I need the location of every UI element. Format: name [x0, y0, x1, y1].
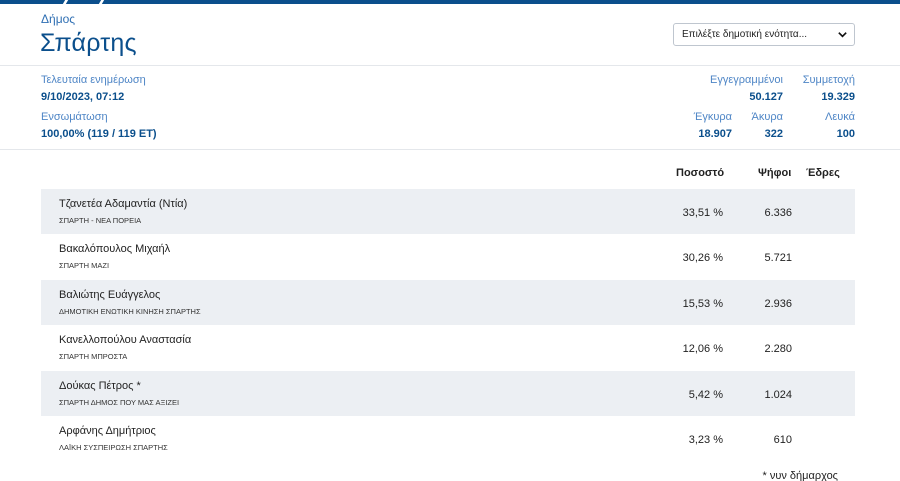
candidate-votes: 610: [773, 434, 792, 446]
candidate-percent: 12,06 %: [682, 343, 723, 355]
candidate-party: ΣΠΑΡΤΗ ΜΠΡΟΣΤΑ: [59, 352, 128, 361]
candidate-percent: 15,53 %: [682, 298, 723, 310]
candidate-percent: 30,26 %: [682, 252, 723, 264]
integration-label: Ενσωμάτωση: [41, 111, 108, 123]
last-update-value: 9/10/2023, 07:12: [41, 91, 125, 103]
candidate-percent: 5,42 %: [688, 389, 723, 401]
last-update-label: Τελευταία ενημέρωση: [41, 74, 146, 86]
invalid-label: Άκυρα: [751, 111, 783, 123]
valid-value: 18.907: [698, 128, 732, 140]
candidate-percent: 33,51 %: [682, 207, 723, 219]
top-accent-bar: [0, 0, 900, 4]
candidate-votes: 5.721: [764, 252, 792, 264]
municipal-unit-select-text: Επιλέξτε δημοτική ενότητα...: [682, 29, 808, 40]
chevron-down-icon: [838, 32, 847, 38]
candidate-name: Αρφάνης Δημήτριος: [59, 425, 156, 437]
column-header-seats: Έδρες: [806, 167, 840, 179]
candidate-percent: 3,23 %: [688, 434, 723, 446]
candidate-votes: 6.336: [764, 207, 792, 219]
candidate-votes: 2.936: [764, 298, 792, 310]
candidate-name: Βαλιώτης Ευάγγελος: [59, 289, 161, 301]
table-row: Κανελλοπούλου Αναστασία ΣΠΑΡΤΗ ΜΠΡΟΣΤΑ 1…: [41, 325, 855, 370]
table-row: Βακαλόπουλος Μιχαήλ ΣΠΑΡΤΗ ΜΑΖΙ 30,26 % …: [41, 234, 855, 279]
blank-value: 100: [836, 128, 855, 140]
table-row: Τζανετέα Αδαμαντία (Ντία) ΣΠΑΡΤΗ - ΝΕΑ Π…: [41, 189, 855, 234]
page-title: Σπάρτης: [40, 29, 137, 57]
column-header-votes: Ψήφοι: [758, 167, 792, 179]
candidate-name: Τζανετέα Αδαμαντία (Ντία): [59, 198, 188, 210]
table-row: Αρφάνης Δημήτριος ΛΑΪΚΗ ΣΥΣΠΕΙΡΩΣΗ ΣΠΑΡΤ…: [41, 416, 855, 461]
meta-divider: [0, 149, 900, 150]
integration-value: 100,00% (119 / 119 ΕΤ): [41, 128, 157, 140]
candidate-party: ΣΠΑΡΤΗ ΔΗΜΟΣ ΠΟΥ ΜΑΣ ΑΞΙΖΕΙ: [59, 398, 180, 407]
table-row: Δούκας Πέτρος * ΣΠΑΡΤΗ ΔΗΜΟΣ ΠΟΥ ΜΑΣ ΑΞΙ…: [41, 371, 855, 416]
registered-label: Εγγεγραμμένοι: [710, 74, 783, 86]
accent-notch: [62, 0, 69, 4]
blank-label: Λευκά: [825, 111, 855, 123]
registered-value: 50.127: [749, 91, 783, 103]
candidate-votes: 1.024: [764, 389, 792, 401]
candidate-party: ΛΑΪΚΗ ΣΥΣΠΕΙΡΩΣΗ ΣΠΑΡΤΗΣ: [59, 443, 168, 452]
incumbent-footnote: * νυν δήμαρχος: [762, 470, 838, 481]
candidate-name: Κανελλοπούλου Αναστασία: [59, 334, 192, 346]
candidate-party: ΣΠΑΡΤΗ ΜΑΖΙ: [59, 261, 110, 270]
column-header-percent: Ποσοστό: [676, 167, 725, 179]
turnout-label: Συμμετοχή: [802, 74, 855, 86]
candidate-votes: 2.280: [764, 343, 792, 355]
header-divider: [0, 65, 900, 66]
municipality-kicker: Δήμος: [41, 12, 76, 26]
municipal-unit-select[interactable]: Επιλέξτε δημοτική ενότητα...: [673, 23, 855, 46]
valid-label: Έγκυρα: [693, 111, 732, 123]
candidate-party: ΣΠΑΡΤΗ - ΝΕΑ ΠΟΡΕΙΑ: [59, 216, 142, 225]
candidate-party: ΔΗΜΟΤΙΚΗ ΕΝΩΤΙΚΗ ΚΙΝΗΣΗ ΣΠΑΡΤΗΣ: [59, 307, 201, 316]
accent-notch: [98, 0, 105, 4]
candidate-name: Βακαλόπουλος Μιχαήλ: [59, 243, 171, 255]
invalid-value: 322: [764, 128, 783, 140]
table-row: Βαλιώτης Ευάγγελος ΔΗΜΟΤΙΚΗ ΕΝΩΤΙΚΗ ΚΙΝΗ…: [41, 280, 855, 325]
turnout-value: 19.329: [821, 91, 855, 103]
candidate-name: Δούκας Πέτρος *: [59, 380, 141, 392]
